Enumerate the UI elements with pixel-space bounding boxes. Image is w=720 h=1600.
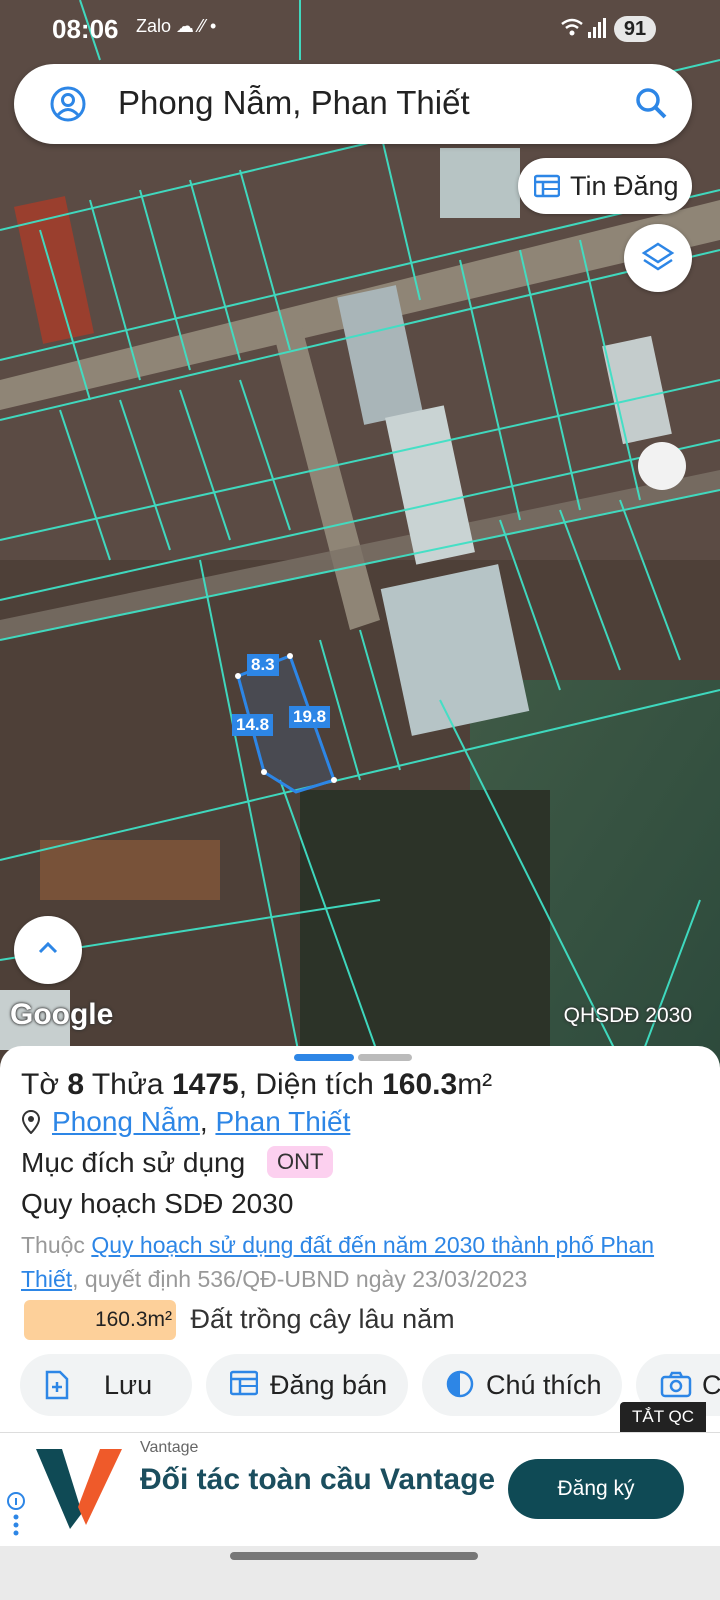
layers-icon bbox=[641, 242, 675, 271]
post-sale-button[interactable]: Đăng bán bbox=[206, 1354, 408, 1416]
parcel-info-sheet: Tờ 8 Thửa 1475, Diện tích 160.3m² Phong … bbox=[0, 1046, 720, 1438]
map-layer-label: QHSDĐ 2030 bbox=[563, 1004, 692, 1027]
notification-icons: Zalo ☁ ⁄⁄ • bbox=[136, 16, 217, 36]
search-icon[interactable] bbox=[634, 86, 668, 125]
land-type-label: Đất trồng cây lâu năm bbox=[190, 1304, 455, 1334]
dimension-left: 14.8 bbox=[232, 714, 274, 736]
layers-button[interactable] bbox=[624, 224, 692, 292]
plan-title: Quy hoạch SDĐ 2030 bbox=[21, 1188, 294, 1219]
search-input[interactable]: Phong Nẫm, Phan Thiết bbox=[118, 84, 470, 122]
status-bar: 08:06 Zalo ☁ ⁄⁄ • 91 bbox=[0, 0, 720, 58]
add-file-icon bbox=[44, 1370, 70, 1407]
purpose-row: Mục đích sử dụng ONT bbox=[21, 1146, 334, 1179]
location-row: Phong Nẫm, Phan Thiết bbox=[21, 1106, 350, 1141]
lot-number: 1475 bbox=[171, 1068, 239, 1101]
chevron-up-icon bbox=[38, 941, 58, 954]
tin-dang-label: Tin Đăng bbox=[570, 171, 679, 201]
sheet-handle[interactable] bbox=[294, 1054, 354, 1061]
desc-suffix: , quyết định 536/QĐ-UBND ngày 23/03/2023 bbox=[72, 1266, 528, 1292]
home-gesture-pill[interactable] bbox=[230, 1552, 478, 1560]
navigation-bar bbox=[0, 1546, 720, 1600]
ward-link[interactable]: Phong Nẫm bbox=[52, 1106, 200, 1137]
land-use-row: 160.3m² Đất trồng cây lâu năm bbox=[24, 1300, 455, 1340]
sheet-prefix: Tờ bbox=[21, 1068, 59, 1101]
desc-prefix: Thuộc bbox=[21, 1232, 85, 1258]
status-time: 08:06 bbox=[52, 14, 119, 44]
post-sale-label: Đăng bán bbox=[270, 1370, 388, 1400]
sheet-number: 8 bbox=[67, 1068, 85, 1101]
tin-dang-button[interactable]: Tin Đăng bbox=[518, 158, 692, 214]
area-prefix: , Diện tích bbox=[238, 1068, 374, 1101]
lot-prefix: Thửa bbox=[91, 1068, 164, 1101]
area-value: 160.3 bbox=[382, 1068, 458, 1101]
ad-register-button[interactable]: Đăng ký bbox=[508, 1459, 684, 1519]
search-bar[interactable]: Phong Nẫm, Phan Thiết bbox=[14, 64, 692, 144]
action-row: Lưu Đăng bán Chú thích C bbox=[20, 1354, 720, 1416]
battery-indicator: 91 bbox=[614, 16, 656, 42]
ad-banner[interactable]: Vantage Đối tác toàn cầu Vantage Đăng ký bbox=[0, 1432, 720, 1547]
area-unit: m² bbox=[457, 1068, 493, 1101]
vantage-logo bbox=[34, 1447, 124, 1536]
purpose-badge: ONT bbox=[266, 1146, 334, 1178]
camera-icon bbox=[660, 1370, 692, 1405]
save-button[interactable]: Lưu bbox=[20, 1354, 192, 1416]
contrast-icon bbox=[446, 1370, 474, 1405]
close-ads-button[interactable]: TẮT QC bbox=[620, 1402, 706, 1432]
sheet-handle-secondary[interactable] bbox=[358, 1054, 412, 1061]
ad-info-icon[interactable] bbox=[6, 1491, 26, 1546]
parcel-title: Tờ 8 Thửa 1475, Diện tích 160.3m² bbox=[21, 1068, 492, 1102]
map-control-dot[interactable] bbox=[638, 442, 686, 490]
purpose-label: Mục đích sử dụng bbox=[21, 1147, 246, 1178]
expand-up-button[interactable] bbox=[14, 916, 82, 984]
google-logo: Google bbox=[10, 998, 114, 1031]
dimension-top: 8.3 bbox=[247, 654, 279, 676]
legend-button[interactable]: Chú thích bbox=[422, 1354, 622, 1416]
legend-label: Chú thích bbox=[486, 1370, 602, 1400]
area-chip: 160.3m² bbox=[24, 1300, 176, 1340]
dimension-right: 19.8 bbox=[289, 706, 331, 728]
ad-brand: Vantage bbox=[140, 1439, 199, 1456]
save-label: Lưu bbox=[104, 1370, 153, 1400]
location-pin-icon bbox=[21, 1109, 41, 1141]
camera-label-partial: C bbox=[702, 1370, 720, 1400]
account-icon[interactable] bbox=[50, 86, 86, 127]
city-link[interactable]: Phan Thiết bbox=[215, 1106, 350, 1137]
listing-table-icon bbox=[533, 174, 561, 203]
ad-headline: Đối tác toàn cầu Vantage bbox=[140, 1463, 496, 1496]
plan-description: Thuộc Quy hoạch sử dụng đất đến năm 2030… bbox=[21, 1228, 661, 1296]
wifi-signal-icon bbox=[560, 16, 606, 47]
listing-table-icon bbox=[229, 1370, 259, 1403]
